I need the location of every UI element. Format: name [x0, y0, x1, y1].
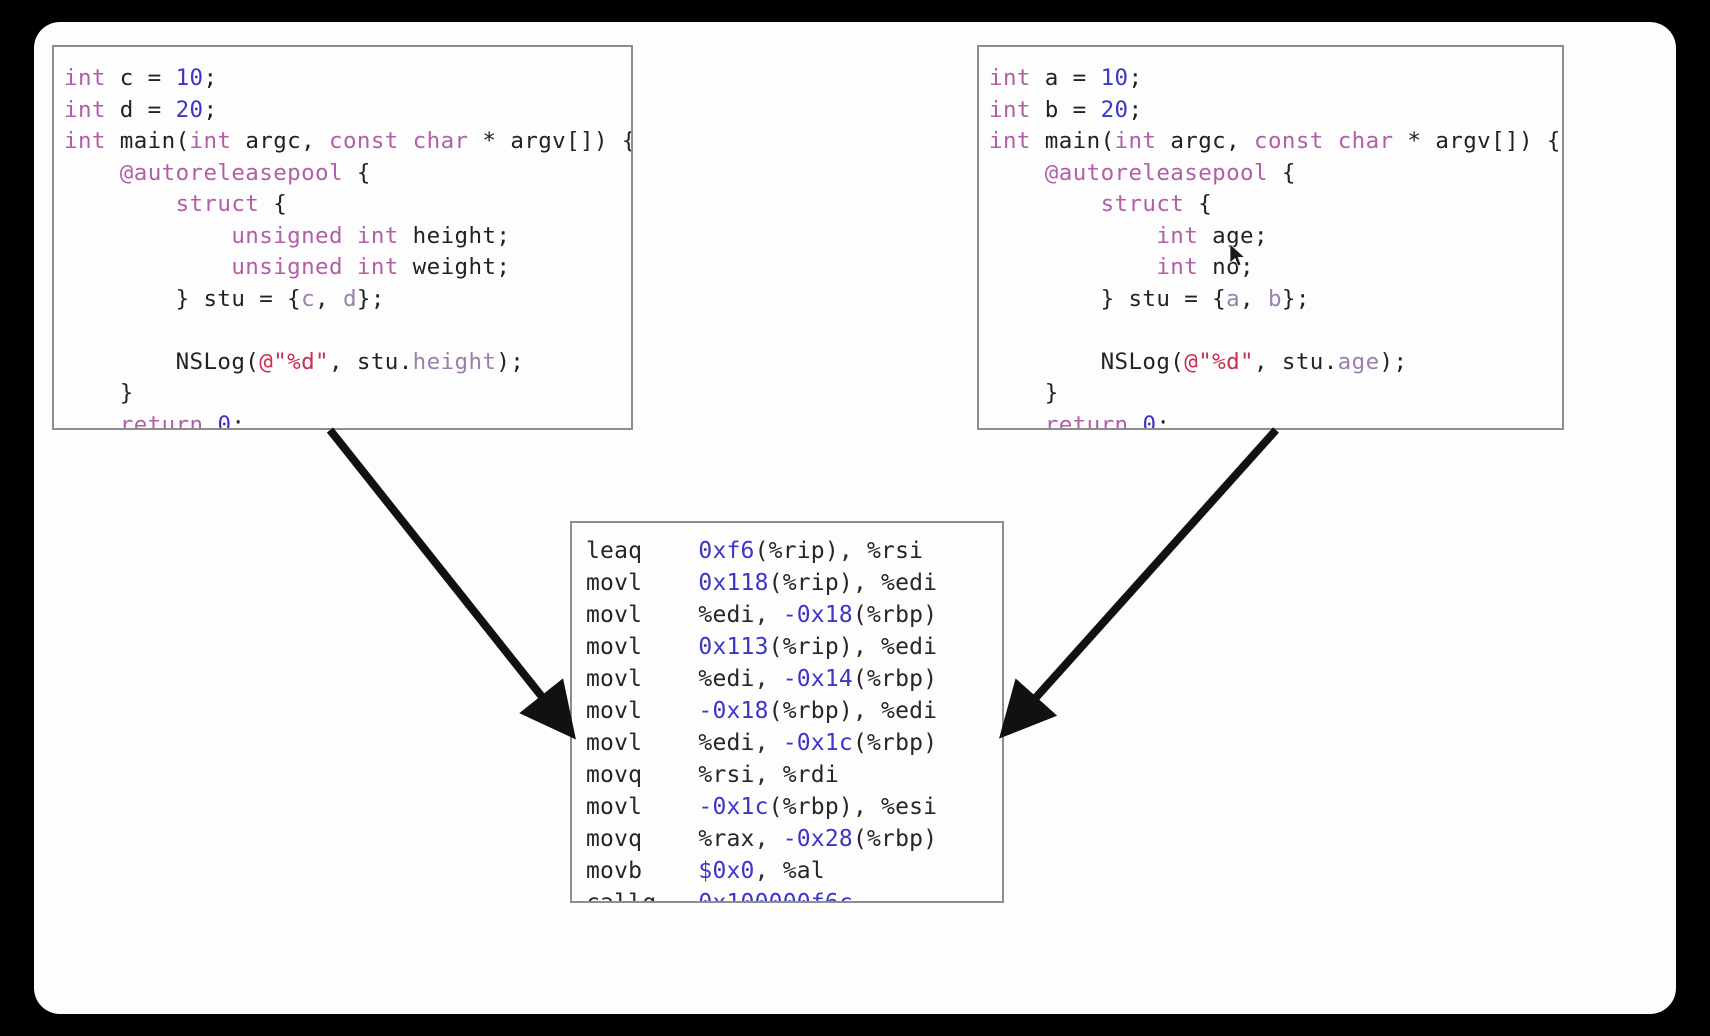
outer-frame: int c = 10; int d = 20; int main(int arg… — [0, 0, 1710, 1036]
content-canvas: int c = 10; int d = 20; int main(int arg… — [34, 22, 1676, 1014]
code-line: int d = 20; — [64, 96, 218, 123]
code-line: int b = 20; — [989, 96, 1143, 123]
assembly-line: leaq 0xf6(%rip), %rsi — [586, 538, 924, 564]
code-line: int main(int argc, const char * argv[]) … — [64, 128, 633, 154]
code-line: int main(int argc, const char * argv[]) … — [989, 128, 1561, 154]
arrow-left-to-assembly — [326, 427, 576, 740]
code-line: unsigned int height; — [231, 222, 511, 249]
assembly-line: movl 0x118(%rip), %edi — [586, 570, 938, 596]
left-source-code-panel: int c = 10; int d = 20; int main(int arg… — [52, 45, 633, 430]
assembly-line: movq %rax, -0x28(%rbp) — [586, 826, 938, 852]
code-line: int c = 10; — [64, 65, 218, 91]
assembly-line: movq %rsi, %rdi — [586, 762, 839, 788]
code-line: unsigned int weight; — [231, 254, 511, 280]
assembly-line: callq 0x100000f6c — [586, 890, 853, 903]
code-line: int no; — [1156, 254, 1254, 280]
arrow-right-to-assembly — [999, 427, 1279, 739]
code-line: } stu = {c, d}; — [64, 285, 385, 312]
code-line: } — [64, 380, 134, 406]
assembly-line: movl -0x1c(%rbp), %esi — [586, 794, 938, 820]
code-line: NSLog(@"%d", stu.age); — [989, 348, 1408, 375]
code-line: @autoreleasepool { — [1044, 159, 1296, 186]
assembly-line: movl -0x18(%rbp), %edi — [586, 698, 938, 724]
right-source-code-panel: int a = 10; int b = 20; int main(int arg… — [977, 45, 1564, 430]
code-line: struct { — [175, 191, 288, 217]
assembly-line: movl %edi, -0x14(%rbp) — [586, 666, 938, 692]
assembly-line: movl %edi, -0x18(%rbp) — [586, 602, 938, 628]
assembly-output-panel: leaq 0xf6(%rip), %rsi movl 0x118(%rip), … — [570, 521, 1004, 903]
code-line: } — [989, 380, 1059, 406]
code-line: } stu = {a, b}; — [989, 285, 1310, 312]
code-line: return 0; — [119, 411, 246, 430]
mouse-cursor-icon — [1229, 243, 1246, 267]
code-line: @autoreleasepool { — [119, 159, 371, 186]
code-line: struct { — [1100, 191, 1213, 217]
watermark: @掘金技术社区 — [1509, 985, 1650, 1007]
assembly-line: movb $0x0, %al — [586, 858, 825, 884]
code-line: return 0; — [1044, 411, 1171, 430]
assembly-line: movl 0x113(%rip), %edi — [586, 634, 938, 660]
code-line: int a = 10; — [989, 65, 1143, 91]
code-line: NSLog(@"%d", stu.height); — [64, 348, 525, 375]
code-line: int age; — [1156, 222, 1268, 249]
assembly-line: movl %edi, -0x1c(%rbp) — [586, 730, 938, 756]
